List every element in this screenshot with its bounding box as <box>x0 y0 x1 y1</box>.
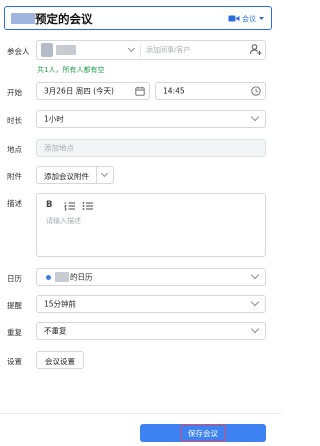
chevron-down-icon <box>250 324 260 334</box>
bold-button[interactable]: B <box>46 200 58 212</box>
meeting-title-text: 预定的会议 <box>35 12 93 26</box>
meeting-type-dropdown[interactable]: 会议 <box>228 13 265 24</box>
bullet-list-icon[interactable] <box>82 200 94 212</box>
calendar-value: 的日历 <box>70 272 93 282</box>
description-label: 描述 <box>7 199 22 208</box>
numbered-list-icon[interactable] <box>64 200 76 212</box>
start-time-picker[interactable]: 14:45 <box>155 82 266 100</box>
divider <box>140 45 141 57</box>
redacted-name <box>11 13 35 24</box>
calendar-color-dot <box>46 275 51 280</box>
settings-label: 设置 <box>7 357 22 366</box>
repeat-label: 重复 <box>7 328 22 337</box>
add-attendee-input[interactable]: 添加同事/客户 <box>146 45 190 55</box>
avatar <box>41 43 53 57</box>
attachments-label: 附件 <box>7 172 22 181</box>
attendees-label: 参会人 <box>7 47 30 56</box>
add-attachment-label: 添加会议附件 <box>44 172 89 181</box>
reminder-select[interactable]: 15分钟前 <box>36 295 266 313</box>
redacted-owner-name <box>55 272 69 282</box>
description-editor[interactable]: B 请输入描述 <box>36 193 266 257</box>
caret-down-icon <box>259 17 264 20</box>
meeting-settings-label: 会议设置 <box>45 357 75 366</box>
divider <box>96 167 97 183</box>
chevron-down-icon <box>250 112 260 122</box>
reminder-value: 15分钟前 <box>44 299 77 309</box>
attendee-chevron-down-icon[interactable] <box>127 44 136 53</box>
location-label: 地点 <box>7 145 22 154</box>
chevron-down-icon <box>250 270 260 280</box>
meeting-title-field[interactable]: 预定的会议 会议 <box>4 6 272 30</box>
clock-icon <box>251 86 261 96</box>
duration-select[interactable]: 1小时 <box>36 110 266 128</box>
start-label: 开始 <box>7 88 22 97</box>
repeat-value: 不重复 <box>44 326 67 336</box>
availability-status: 共1人，所有人都有空 <box>37 66 105 74</box>
calendar-icon <box>135 86 145 96</box>
add-attachment-button[interactable]: 添加会议附件 <box>36 166 114 184</box>
attendees-field[interactable]: 添加同事/客户 <box>36 40 266 60</box>
reminder-label: 提醒 <box>7 301 22 310</box>
meeting-settings-button[interactable]: 会议设置 <box>36 351 84 369</box>
repeat-select[interactable]: 不重复 <box>36 322 266 340</box>
location-placeholder: 添加地点 <box>44 143 74 153</box>
start-date-value: 3月26日 周四 (今天) <box>44 86 114 96</box>
location-input[interactable]: 添加地点 <box>36 139 266 157</box>
description-placeholder: 请输入描述 <box>46 217 81 225</box>
save-meeting-button[interactable]: 保存会议 <box>140 424 266 442</box>
footer-divider <box>0 413 281 414</box>
save-meeting-label: 保存会议 <box>188 429 218 438</box>
start-time-value: 14:45 <box>163 86 185 96</box>
meeting-type-label: 会议 <box>242 14 256 23</box>
start-date-picker[interactable]: 3月26日 周四 (今天) <box>36 82 150 100</box>
attachment-options-chevron-icon[interactable] <box>100 169 109 178</box>
calendar-select[interactable]: 的日历 <box>36 268 266 286</box>
video-camera-icon <box>228 15 240 22</box>
duration-value: 1小时 <box>44 114 64 124</box>
user-add-icon[interactable] <box>249 43 262 56</box>
chevron-down-icon <box>250 297 260 307</box>
duration-label: 时长 <box>7 116 22 125</box>
calendar-label: 日历 <box>7 274 22 283</box>
redacted-attendee-name <box>56 45 76 55</box>
